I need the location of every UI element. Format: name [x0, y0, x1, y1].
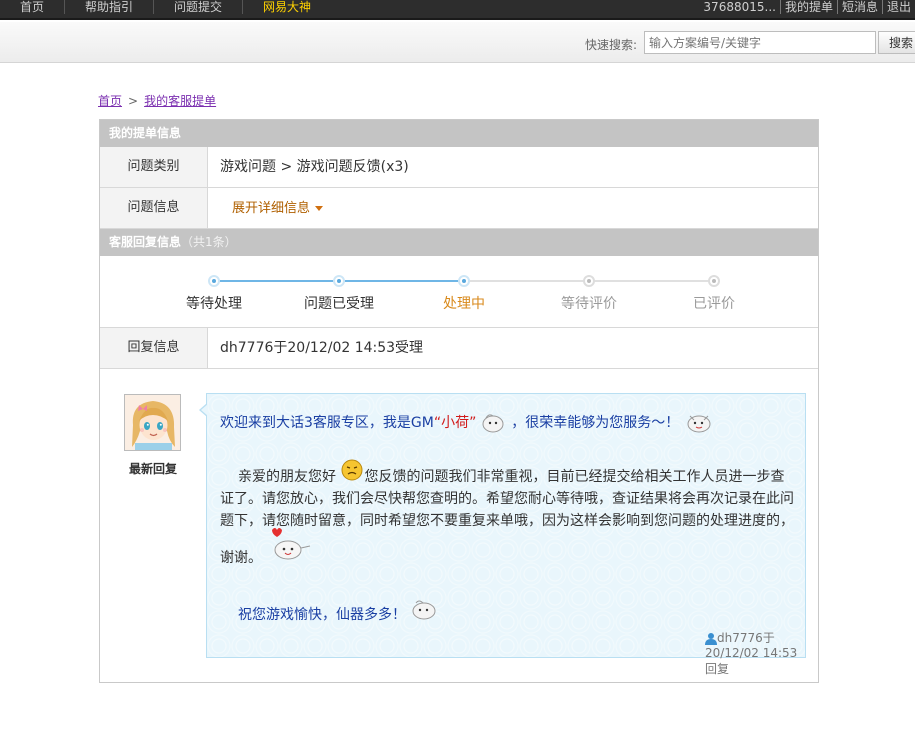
ghost-wave-emoticon-icon — [687, 415, 711, 433]
info-label: 问题信息 — [100, 188, 208, 228]
step-waiting: 等待处理 — [186, 296, 242, 312]
info-value: 展开详细信息 — [220, 188, 324, 229]
top-nav: 首页 帮助指引 问题提交 网易大神 — [0, 0, 331, 20]
expand-details-link[interactable]: 展开详细信息 — [232, 201, 324, 216]
breadcrumb-separator-icon: > — [128, 94, 139, 108]
closing-text: 祝您游戏愉快，仙器多多！ — [238, 607, 406, 623]
closing-line: 祝您游戏愉快，仙器多多！ — [238, 600, 438, 626]
category-row: 问题类别 游戏问题 > 游戏问题反馈(x3) — [100, 147, 818, 188]
reply-bubble: 欢迎来到大话3客服专区，我是GM“小荷” ，很荣幸能够为您服务～！ 亲爱的朋友您… — [206, 393, 806, 676]
step-dot-3 — [458, 275, 470, 287]
step-processing: 处理中 — [443, 296, 485, 312]
message-line-2: 证了。请您放心，我们会尽快帮您查明的。希望您耐心等待哦，查证结果将会再次记录在此… — [220, 491, 794, 507]
search-button[interactable]: 搜索 — [878, 31, 915, 54]
status-progress: 等待处理 问题已受理 处理中 等待评价 已评价 — [100, 257, 818, 328]
girl-avatar-icon — [125, 395, 180, 450]
bubble-tail-inner — [201, 404, 208, 416]
nav-home[interactable]: 首页 — [0, 0, 66, 14]
breadcrumb: 首页 > 我的客服提单 — [98, 92, 216, 109]
step-reviewed: 已评价 — [693, 296, 735, 312]
expand-details-label: 展开详细信息 — [232, 201, 311, 216]
step-awaiting-review: 等待评价 — [561, 296, 617, 312]
reply-footer: dh7776于20/12/02 14:53回复 — [705, 629, 805, 677]
reply-info-header: 客服回复信息（共1条） — [100, 229, 818, 256]
ghost-smile-emoticon-icon — [412, 600, 436, 620]
ticket-info-header: 我的提单信息 — [100, 120, 818, 147]
reply-value: dh7776于20/12/02 14:53受理 — [220, 340, 424, 356]
step-dot-5 — [708, 275, 720, 287]
step-accepted: 问题已受理 — [304, 296, 374, 312]
greeting-text: 欢迎来到大话3客服专区，我是GM — [220, 415, 434, 431]
search-label: 快速搜索: — [585, 38, 638, 52]
reply-count: （共1条） — [181, 235, 237, 249]
latest-reply-caption: 最新回复 — [128, 462, 177, 476]
caret-down-icon — [315, 206, 324, 211]
my-tickets-link[interactable]: 我的提单 — [779, 0, 837, 14]
nav-help[interactable]: 帮助指引 — [65, 0, 155, 14]
ticket-panel: 我的提单信息 问题类别 游戏问题 > 游戏问题反馈(x3) 问题信息 展开详细信… — [99, 119, 819, 683]
message-thanks: 谢谢。 — [220, 550, 262, 566]
messages-link[interactable]: 短消息 — [836, 0, 882, 14]
user-account[interactable]: 37688015... — [699, 0, 780, 14]
step-dot-4 — [583, 275, 595, 287]
search-input[interactable] — [644, 31, 876, 54]
user-icon — [705, 633, 717, 645]
search-bar: 快速搜索: 搜索 — [0, 22, 915, 63]
user-links: 37688015... 我的提单 短消息 退出 — [699, 0, 915, 14]
gm-avatar — [124, 394, 181, 451]
step-dot-1 — [208, 275, 220, 287]
breadcrumb-my-tickets[interactable]: 我的客服提单 — [144, 94, 216, 108]
nav-dashen[interactable]: 网易大神 — [243, 0, 331, 14]
reply-label: 回复信息 — [100, 328, 208, 368]
message-opening: 亲爱的朋友您好 — [238, 469, 336, 485]
reply-footer-text: dh7776于20/12/02 14:53回复 — [705, 631, 798, 676]
top-navbar: 首页 帮助指引 问题提交 网易大神 37688015... 我的提单 短消息 退… — [0, 0, 915, 20]
reply-info-title: 客服回复信息 — [109, 235, 182, 249]
message-line-4: 谢谢。 — [220, 528, 312, 569]
gm-name: “小荷” — [433, 415, 477, 431]
step-dot-2 — [333, 275, 345, 287]
breadcrumb-home[interactable]: 首页 — [98, 94, 122, 108]
ticket-info-title: 我的提单信息 — [109, 126, 182, 140]
category-value: 游戏问题 > 游戏问题反馈(x3) — [220, 159, 409, 175]
ghost-heart-emoticon-icon — [272, 528, 311, 560]
reply-row: 回复信息 dh7776于20/12/02 14:53受理 — [100, 328, 818, 369]
message-body-1: 您反馈的问题我们非常重视，目前已经提交给相关工作人员进一步查 — [364, 469, 785, 485]
category-label: 问题类别 — [100, 147, 208, 187]
info-row: 问题信息 展开详细信息 — [100, 188, 818, 229]
message-line-1: 亲爱的朋友您好 您反馈的问题我们非常重视，目前已经提交给相关工作人员进一步查 — [238, 459, 785, 488]
greeting-line: 欢迎来到大话3客服专区，我是GM“小荷” ，很荣幸能够为您服务～！ — [220, 412, 714, 434]
ghost-emoticon-icon — [482, 414, 504, 433]
logout-link[interactable]: 退出 — [881, 0, 915, 14]
smiley-emoticon-icon — [341, 459, 363, 481]
nav-submit[interactable]: 问题提交 — [154, 0, 244, 14]
greeting-text-end: ，很荣幸能够为您服务～！ — [511, 415, 680, 431]
